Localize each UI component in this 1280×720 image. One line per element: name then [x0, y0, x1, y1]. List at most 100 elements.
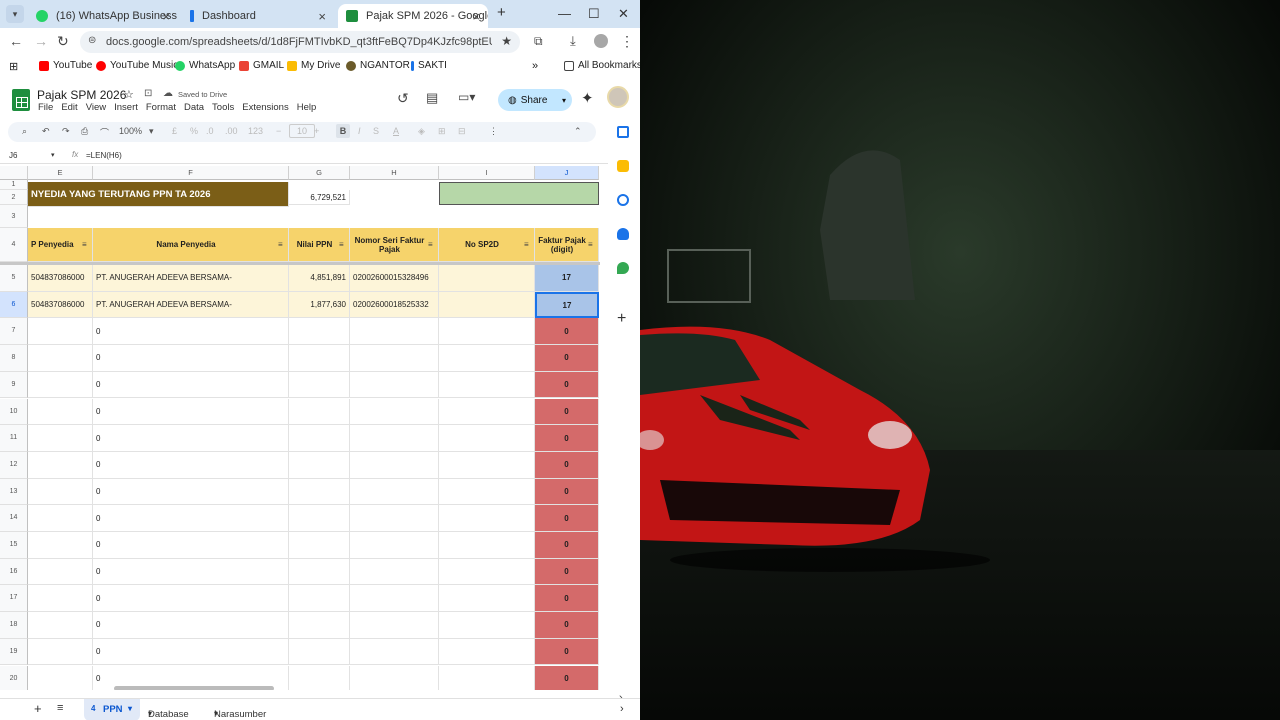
cell-e-row[interactable] [28, 371, 93, 399]
cell-h-row[interactable] [350, 425, 439, 452]
cell-g-row[interactable] [289, 478, 350, 506]
row-header[interactable]: 20 [0, 665, 28, 690]
row-header[interactable]: 4 [0, 228, 28, 262]
row-header[interactable]: 9 [0, 371, 28, 399]
cell-i-row[interactable] [439, 398, 535, 426]
cell-f-row[interactable]: 0 [93, 612, 289, 639]
close-tab-icon[interactable]: × [318, 9, 326, 24]
cell-g-row[interactable] [289, 532, 350, 559]
strikethrough-icon[interactable]: S [373, 126, 379, 136]
row-header[interactable]: 17 [0, 585, 28, 613]
row-header[interactable]: 12 [0, 451, 28, 479]
cell-g-row[interactable] [289, 638, 350, 666]
column-header-f[interactable]: F [93, 166, 289, 180]
header-i[interactable]: No SP2D [439, 228, 535, 262]
more-options-icon[interactable]: ⋮ [489, 126, 498, 137]
cell-j-row[interactable]: 0 [535, 505, 599, 532]
italic-icon[interactable]: I [358, 126, 361, 136]
menu-tools[interactable]: Tools [212, 102, 234, 113]
cell-j-row[interactable]: 0 [535, 318, 599, 346]
cell-h-row[interactable] [350, 345, 439, 372]
cell-j-row[interactable]: 0 [535, 425, 599, 452]
gemini-icon[interactable]: ✦ [581, 89, 594, 107]
account-avatar[interactable] [607, 86, 629, 108]
cell-i-row[interactable] [439, 451, 535, 479]
address-bar[interactable]: ⊜ docs.google.com/spreadsheets/d/1d8FjFM… [80, 31, 520, 53]
cell-i-row[interactable] [439, 425, 535, 452]
spreadsheet-grid[interactable]: E F G H I J 1 2 3 4 5 6 7 8 9 10 11 12 13 14 15 16 17 18 19 20 NYE… [0, 166, 600, 690]
close-window-icon[interactable]: ✕ [618, 6, 629, 22]
meet-icon[interactable]: ▭▾ [458, 90, 475, 104]
tab-pajak-spm[interactable]: Pajak SPM 2026 - Google Shee × [338, 4, 488, 28]
column-header-h[interactable]: H [350, 166, 439, 180]
row-header[interactable]: 14 [0, 505, 28, 532]
sheet-tab-ppn[interactable]: 4 PPN ▾ [84, 699, 140, 720]
menu-extensions[interactable]: Extensions [242, 102, 288, 113]
bookmark-whatsapp[interactable]: WhatsApp [175, 60, 235, 71]
cell-e-row[interactable] [28, 505, 93, 532]
cell-f-row[interactable]: 0 [93, 345, 289, 372]
cell-e-row[interactable] [28, 478, 93, 506]
bookmark-ngantor[interactable]: NGANTOR [346, 60, 410, 71]
bookmark-youtube[interactable]: YouTube [39, 60, 92, 71]
menu-edit[interactable]: Edit [61, 102, 77, 113]
move-folder-icon[interactable]: ⊡ [144, 88, 152, 99]
bold-icon[interactable]: B [336, 124, 350, 138]
cell-e-row[interactable] [28, 345, 93, 372]
apps-icon[interactable]: ⊞ [9, 60, 18, 73]
tab-dashboard[interactable]: Dashboard × [182, 4, 334, 28]
cell-e-row[interactable] [28, 318, 93, 346]
row-header[interactable]: 13 [0, 478, 28, 506]
cell-i-row[interactable] [439, 532, 535, 559]
row-header[interactable]: 5 [0, 265, 28, 292]
explore-icon[interactable]: › [620, 703, 624, 715]
download-icon[interactable]: ⤓ [570, 33, 576, 49]
comments-icon[interactable]: ▤ [426, 90, 438, 106]
cell-h-row[interactable] [350, 478, 439, 506]
cell-i-row[interactable] [439, 612, 535, 639]
redo-icon[interactable]: ↷ [62, 126, 70, 137]
profile-avatar[interactable] [594, 34, 608, 48]
print-icon[interactable]: ⎙ [81, 126, 88, 137]
maximize-icon[interactable]: ☐ [588, 6, 600, 22]
cell-i-row[interactable] [439, 638, 535, 666]
cell-j-row[interactable]: 0 [535, 345, 599, 372]
minimize-icon[interactable]: — [558, 6, 571, 21]
chevron-down-icon[interactable]: ▾ [562, 96, 566, 105]
header-h[interactable]: Nomor Seri Faktur Pajak [350, 228, 439, 262]
cell-g-row[interactable] [289, 451, 350, 479]
cell-h-row[interactable]: 02002600018525332 [350, 291, 439, 319]
chevron-down-icon[interactable]: ▾ [148, 709, 152, 718]
get-addons-icon[interactable]: + [617, 310, 626, 328]
cell-g-row[interactable] [289, 398, 350, 426]
cell-g-row[interactable] [289, 505, 350, 532]
bookmark-gmail[interactable]: GMAIL [239, 60, 284, 71]
bookmark-youtube-music[interactable]: YouTube Music [96, 60, 178, 71]
forward-icon[interactable]: → [34, 33, 48, 49]
text-color-icon[interactable]: A [393, 126, 399, 136]
cell-h-row[interactable] [350, 638, 439, 666]
row-header[interactable]: 2 [0, 190, 28, 205]
menu-file[interactable]: File [38, 102, 53, 113]
chevron-down-icon[interactable]: ▾ [149, 126, 154, 137]
more-bookmarks-icon[interactable]: » [532, 60, 538, 72]
cell-e-row[interactable] [28, 558, 93, 586]
row-header[interactable]: 19 [0, 638, 28, 666]
cell-f-row[interactable]: 0 [93, 532, 289, 559]
chevron-down-icon[interactable]: ▾ [51, 151, 55, 159]
cell-i-row[interactable] [439, 505, 535, 532]
menu-view[interactable]: View [86, 102, 106, 113]
tab-whatsapp[interactable]: (16) WhatsApp Business × [28, 4, 178, 28]
cell-h-row[interactable] [350, 371, 439, 399]
tasks-icon[interactable] [617, 194, 629, 206]
name-box[interactable]: J6 [9, 151, 17, 160]
column-header-i[interactable]: I [439, 166, 535, 180]
filter-icon[interactable]: ≡ [278, 240, 283, 249]
bookmark-star-icon[interactable]: ★ [501, 34, 512, 48]
horizontal-scrollbar[interactable] [114, 686, 274, 690]
cell-g-row[interactable] [289, 612, 350, 639]
row-header[interactable]: 6 [0, 291, 28, 319]
cell-f-row[interactable]: PT. ANUGERAH ADEEVA BERSAMA- [93, 291, 289, 319]
row-header[interactable]: 16 [0, 558, 28, 586]
cell-j-row[interactable]: 0 [535, 638, 599, 666]
